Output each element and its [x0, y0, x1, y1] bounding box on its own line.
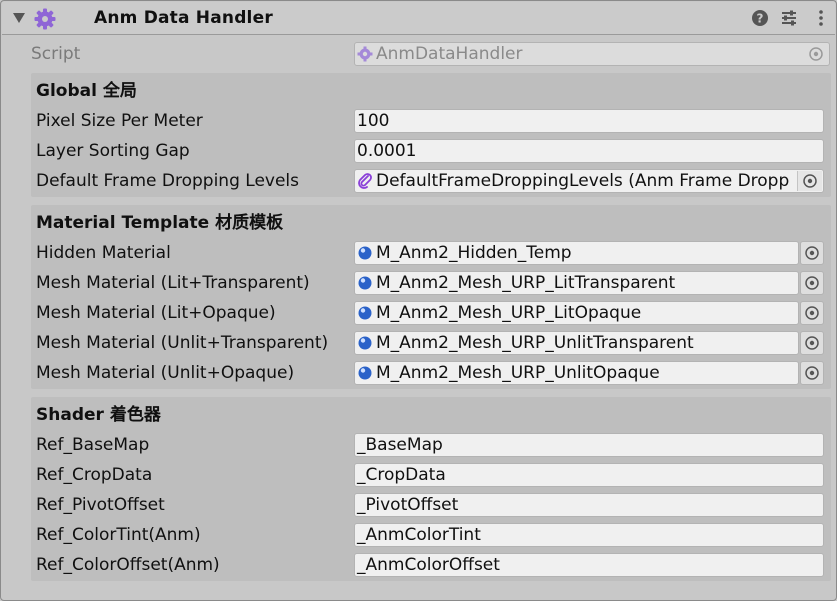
material-picker[interactable] — [800, 301, 824, 325]
material-picker[interactable] — [800, 361, 824, 385]
shader-row-label: Ref_BaseMap — [36, 435, 150, 455]
scriptable-object-icon — [358, 173, 372, 189]
material-sphere-icon — [358, 336, 372, 350]
component-gear-icon — [34, 8, 56, 30]
component-title: Anm Data Handler — [94, 8, 273, 28]
material-field[interactable]: M_Anm2_Mesh_URP_UnlitOpaque — [354, 361, 799, 385]
shader-row-label: Ref_CropData — [36, 465, 153, 485]
script-picker[interactable] — [804, 44, 828, 64]
shader-row-label: Ref_ColorTint(Anm) — [36, 525, 201, 545]
object-picker-icon — [809, 47, 823, 61]
more-menu-icon[interactable] — [812, 9, 830, 27]
dropping-field[interactable]: DefaultFrameDroppingLevels (Anm Frame Dr… — [354, 169, 824, 193]
layer-gap-field[interactable]: 0.0001 — [354, 139, 824, 163]
material-sphere-icon — [358, 246, 372, 260]
material-sphere-icon — [358, 306, 372, 320]
shader-value: _PivotOffset — [357, 495, 459, 515]
shader-value: _AnmColorOffset — [357, 555, 500, 575]
shader-row-label: Ref_ColorOffset(Anm) — [36, 555, 220, 575]
shader-field[interactable]: _AnmColorTint — [354, 523, 824, 547]
dropping-label: Default Frame Dropping Levels — [36, 171, 300, 191]
dropping-value: DefaultFrameDroppingLevels (Anm Frame Dr… — [376, 171, 790, 191]
material-sphere-icon — [358, 366, 372, 380]
script-value: AnmDataHandler — [376, 44, 523, 64]
material-field[interactable]: M_Anm2_Mesh_URP_LitOpaque — [354, 301, 799, 325]
foldout-arrow-icon[interactable] — [13, 13, 25, 23]
material-section-title: Material Template 材质模板 — [36, 213, 284, 233]
material-row-label: Hidden Material — [36, 243, 171, 263]
material-field[interactable]: M_Anm2_Mesh_URP_LitTransparent — [354, 271, 799, 295]
object-picker-icon — [805, 366, 819, 380]
material-row-label: Mesh Material (Lit+Opaque) — [36, 303, 276, 323]
pixel-size-value: 100 — [357, 111, 390, 131]
object-picker-icon — [803, 174, 817, 188]
shader-value: _BaseMap — [357, 435, 443, 455]
material-value: M_Anm2_Mesh_URP_LitTransparent — [376, 273, 676, 293]
component-header[interactable]: Anm Data Handler ? — [2, 2, 835, 35]
material-row-label: Mesh Material (Unlit+Opaque) — [36, 363, 295, 383]
inspector-component: Anm Data Handler ? Script AnmDataHandler… — [0, 0, 837, 601]
shader-field[interactable]: _AnmColorOffset — [354, 553, 824, 577]
script-label: Script — [31, 44, 81, 64]
material-picker[interactable] — [800, 241, 824, 265]
material-value: M_Anm2_Mesh_URP_UnlitOpaque — [376, 363, 660, 383]
shader-field[interactable]: _BaseMap — [354, 433, 824, 457]
pixel-size-field[interactable]: 100 — [354, 109, 824, 133]
shader-row-label: Ref_PivotOffset — [36, 495, 165, 515]
shader-field[interactable]: _PivotOffset — [354, 493, 824, 517]
material-sphere-icon — [358, 276, 372, 290]
object-picker-icon — [805, 306, 819, 320]
material-picker[interactable] — [800, 271, 824, 295]
svg-text:?: ? — [757, 12, 764, 26]
script-gear-icon — [357, 46, 373, 62]
layer-gap-label: Layer Sorting Gap — [36, 141, 190, 161]
material-value: M_Anm2_Mesh_URP_LitOpaque — [376, 303, 642, 323]
layer-gap-value: 0.0001 — [357, 141, 417, 161]
material-picker[interactable] — [800, 331, 824, 355]
object-picker-icon — [805, 336, 819, 350]
help-icon[interactable]: ? — [751, 9, 769, 27]
material-row-label: Mesh Material (Lit+Transparent) — [36, 273, 310, 293]
material-field[interactable]: M_Anm2_Mesh_URP_UnlitTransparent — [354, 331, 799, 355]
object-picker-icon — [805, 246, 819, 260]
shader-value: _CropData — [357, 465, 446, 485]
material-value: M_Anm2_Hidden_Temp — [376, 243, 572, 263]
shader-field[interactable]: _CropData — [354, 463, 824, 487]
shader-section-title: Shader 着色器 — [36, 405, 161, 425]
material-field[interactable]: M_Anm2_Hidden_Temp — [354, 241, 799, 265]
material-row-label: Mesh Material (Unlit+Transparent) — [36, 333, 329, 353]
dropping-picker[interactable] — [797, 171, 822, 191]
object-picker-icon — [805, 276, 819, 290]
presets-icon[interactable] — [780, 9, 798, 27]
material-value: M_Anm2_Mesh_URP_UnlitTransparent — [376, 333, 694, 353]
script-field[interactable]: AnmDataHandler — [354, 42, 830, 66]
shader-value: _AnmColorTint — [357, 525, 481, 545]
pixel-size-label: Pixel Size Per Meter — [36, 111, 203, 131]
global-section-title: Global 全局 — [36, 81, 137, 101]
